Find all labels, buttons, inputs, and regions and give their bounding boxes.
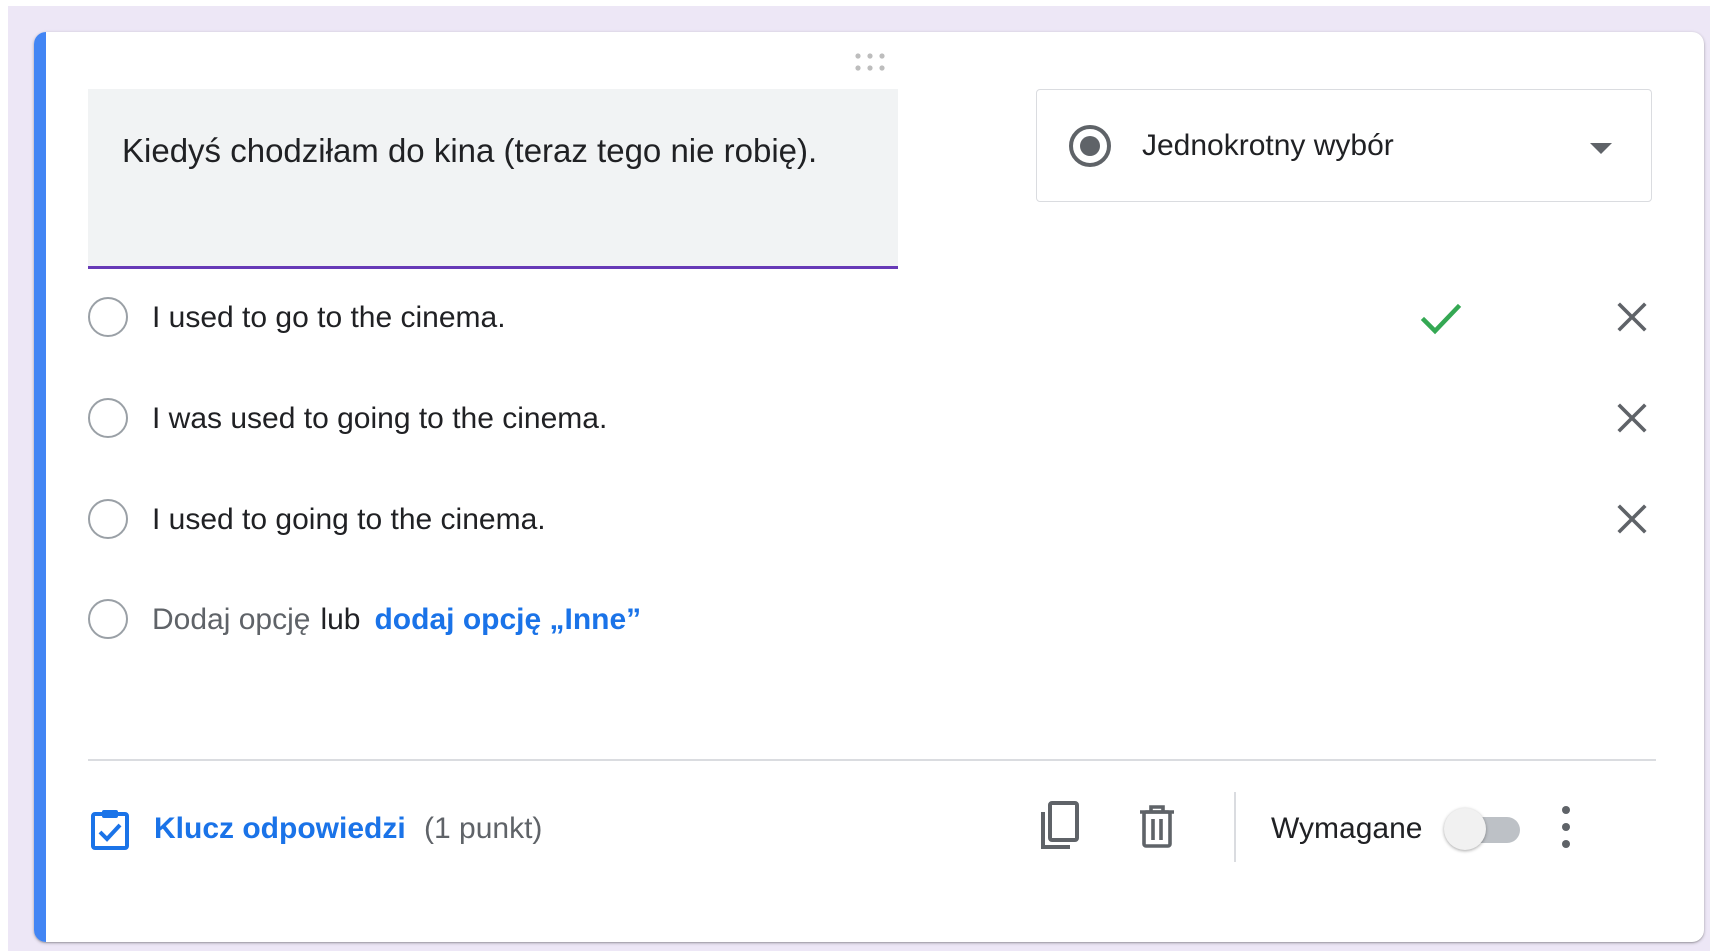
answer-key-link[interactable]: Klucz odpowiedzi bbox=[154, 809, 406, 849]
question-title-field[interactable]: Kiedyś chodziłam do kina (teraz tego nie… bbox=[88, 89, 898, 269]
add-option-row: Dodaj opcję lub dodaj opcję „Inne” bbox=[88, 590, 1648, 650]
remove-option-close-icon[interactable] bbox=[1614, 501, 1650, 537]
dropdown-arrow-icon bbox=[1590, 143, 1612, 154]
points-label: (1 punkt) bbox=[424, 812, 543, 845]
remove-option-close-icon[interactable] bbox=[1614, 400, 1650, 436]
card-divider bbox=[88, 759, 1656, 761]
correct-answer-check-icon bbox=[1420, 303, 1462, 335]
more-options-vertical-icon[interactable] bbox=[1554, 802, 1578, 852]
option-row[interactable]: I used to go to the cinema. bbox=[88, 288, 1648, 348]
option-label[interactable]: I used to going to the cinema. bbox=[152, 500, 546, 540]
option-label[interactable]: I was used to going to the cinema. bbox=[152, 399, 607, 439]
answer-key-checkbox-icon[interactable] bbox=[90, 807, 130, 851]
option-radio bbox=[88, 499, 128, 539]
drag-handle-icon[interactable] bbox=[852, 50, 888, 74]
option-row[interactable]: I used to going to the cinema. bbox=[88, 490, 1648, 550]
option-label[interactable]: I used to go to the cinema. bbox=[152, 298, 506, 338]
option-row[interactable]: I was used to going to the cinema. bbox=[88, 389, 1648, 449]
active-card-indicator bbox=[34, 32, 46, 942]
question-type-dropdown[interactable]: Jednokrotny wybór bbox=[1036, 89, 1652, 202]
required-toggle[interactable] bbox=[1444, 808, 1528, 852]
page: Kiedyś chodziłam do kina (teraz tego nie… bbox=[0, 0, 1710, 951]
or-label: lub bbox=[320, 603, 361, 636]
option-radio bbox=[88, 599, 128, 639]
question-type-label: Jednokrotny wybór bbox=[1142, 129, 1394, 162]
option-radio bbox=[88, 297, 128, 337]
delete-trash-icon[interactable] bbox=[1137, 804, 1177, 850]
toggle-thumb bbox=[1444, 808, 1486, 850]
remove-option-close-icon[interactable] bbox=[1614, 299, 1650, 335]
question-card[interactable]: Kiedyś chodziłam do kina (teraz tego nie… bbox=[34, 32, 1704, 942]
add-option-input[interactable]: Dodaj opcję bbox=[152, 603, 310, 636]
duplicate-icon[interactable] bbox=[1034, 800, 1080, 852]
radio-button-checked-icon bbox=[1069, 125, 1111, 167]
required-label: Wymagane bbox=[1271, 812, 1423, 845]
footer-divider bbox=[1234, 792, 1236, 862]
question-title-text[interactable]: Kiedyś chodziłam do kina (teraz tego nie… bbox=[122, 123, 864, 179]
add-other-option-link[interactable]: dodaj opcję „Inne” bbox=[374, 603, 641, 636]
add-option-line: Dodaj opcję lub dodaj opcję „Inne” bbox=[152, 600, 641, 640]
option-radio bbox=[88, 398, 128, 438]
